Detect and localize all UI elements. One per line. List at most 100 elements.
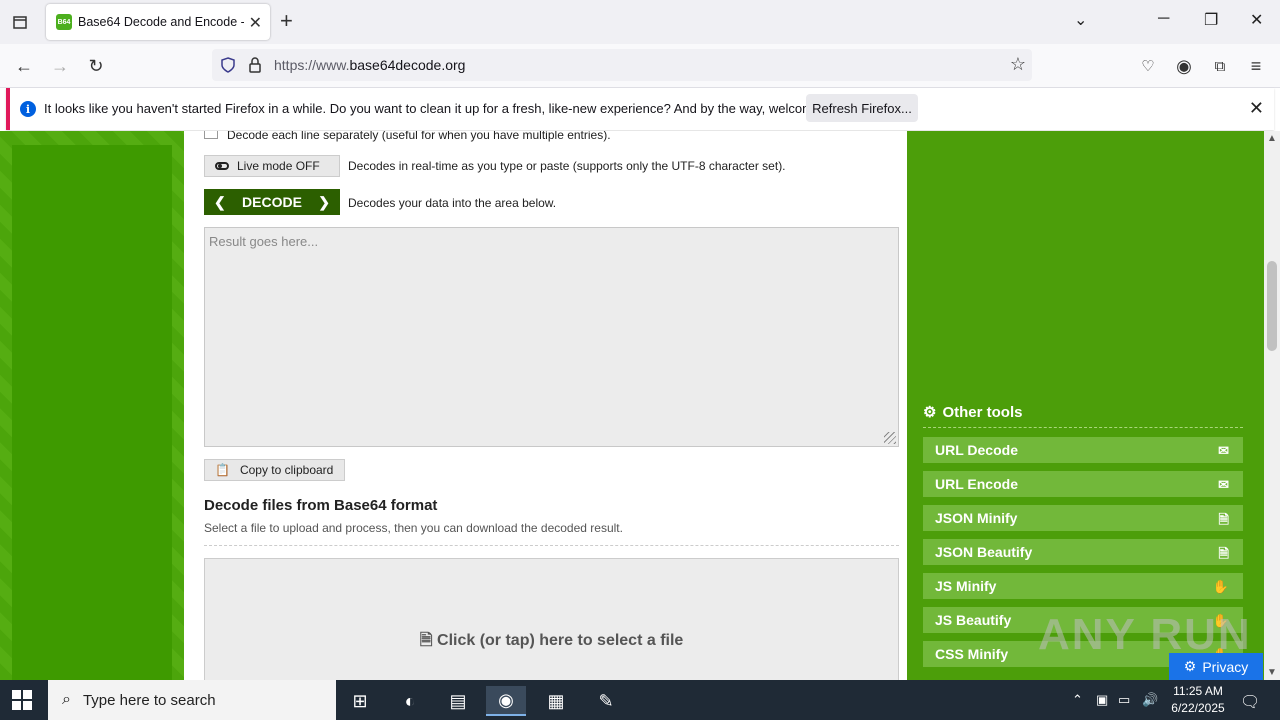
- copy-label: Copy to clipboard: [239, 463, 334, 477]
- search-icon: ⌕: [62, 691, 71, 708]
- winrar-icon[interactable]: ▦: [536, 686, 576, 716]
- search-placeholder: Type here to search: [82, 691, 216, 709]
- lock-icon[interactable]: [248, 57, 262, 73]
- gear-icon: ⚙: [1183, 658, 1197, 674]
- tool-label: CSS Minify: [935, 646, 1009, 662]
- tab-title: Base64 Decode and Encode - O: [78, 15, 244, 29]
- pocket-icon[interactable]: ♡: [1136, 54, 1160, 78]
- file-drop-area[interactable]: 🗎 Click (or tap) here to select a file: [204, 558, 899, 680]
- notepad-icon[interactable]: ✎: [586, 686, 626, 716]
- chevron-right-icon: ❯: [318, 193, 330, 210]
- edge-browser-icon[interactable]: ◐: [390, 686, 430, 716]
- list-all-tabs-chevron-icon[interactable]: ⌄: [1074, 10, 1087, 30]
- file-explorer-icon[interactable]: ▤: [438, 686, 478, 716]
- file-code-icon: 🗎: [1218, 546, 1229, 561]
- tray-device-icon[interactable]: ▣: [1096, 692, 1108, 708]
- scroll-down-arrow-icon[interactable]: ▼: [1267, 667, 1277, 678]
- result-textarea[interactable]: Result goes here...: [204, 227, 899, 447]
- scroll-up-arrow-icon[interactable]: ▲: [1267, 133, 1277, 144]
- account-icon[interactable]: ◉: [1172, 54, 1196, 78]
- clock-date: 6/22/2025: [1171, 701, 1225, 715]
- tool-label: URL Decode: [935, 442, 1018, 458]
- taskbar-search-box[interactable]: ⌕ Type here to search: [48, 680, 336, 720]
- tool-json-minify[interactable]: JSON Minify 🗎: [923, 505, 1243, 531]
- network-icon[interactable]: ▭: [1118, 692, 1130, 708]
- live-mode-label: Live mode OFF: [237, 159, 320, 173]
- chevron-left-icon: ❮: [214, 193, 226, 210]
- live-mode-toggle-button[interactable]: Live mode OFF: [204, 155, 340, 177]
- gear-icon: ⚙: [923, 404, 937, 421]
- windows-taskbar: ⌕ Type here to search ⊞ ◐ ▤ ◉ ▦ ✎ ⌃ ▣ ▭ …: [0, 680, 1280, 720]
- resize-grip[interactable]: [884, 432, 896, 444]
- site-favicon-icon: B64: [56, 14, 72, 30]
- close-window-button[interactable]: ✕: [1250, 10, 1263, 30]
- scrollbar-thumb[interactable]: [1267, 261, 1277, 351]
- reload-button[interactable]: ↻: [84, 54, 108, 78]
- privacy-button[interactable]: ⚙ Privacy: [1169, 653, 1263, 680]
- privacy-label: Privacy: [1202, 658, 1249, 675]
- tab-list-button[interactable]: [8, 10, 32, 34]
- toggle-off-icon: [215, 162, 229, 170]
- page-scrollbar[interactable]: ▲ ▼: [1264, 131, 1280, 680]
- live-mode-description: Decodes in real-time as you type or past…: [348, 159, 786, 173]
- files-section-subtext: Select a file to upload and process, the…: [204, 521, 623, 535]
- file-icon: 🗎: [1218, 512, 1229, 527]
- address-bar[interactable]: https://www.base64decode.org ☆: [212, 49, 1032, 81]
- other-tools-label: Other tools: [942, 403, 1023, 421]
- notification-close-icon[interactable]: ✕: [1249, 98, 1264, 119]
- decode-each-line-checkbox[interactable]: [204, 131, 218, 139]
- envelope-open-icon: ✉: [1218, 443, 1229, 458]
- tool-json-beautify[interactable]: JSON Beautify 🗎: [923, 539, 1243, 565]
- hand-icon: ✋: [1212, 579, 1229, 594]
- left-background-pattern: [0, 131, 184, 680]
- envelope-icon: ✉: [1218, 477, 1229, 492]
- clock-time: 11:25 AM: [1173, 684, 1223, 698]
- windows-start-icon[interactable]: [12, 690, 32, 710]
- back-button[interactable]: ←: [12, 54, 36, 78]
- task-view-icon[interactable]: ⊞: [340, 686, 380, 716]
- new-tab-button[interactable]: +: [280, 10, 293, 32]
- decode-description: Decodes your data into the area below.: [348, 196, 557, 210]
- extensions-icon[interactable]: ⧉: [1208, 54, 1232, 78]
- clipboard-icon: 📋: [215, 463, 230, 477]
- browser-tab-active[interactable]: B64 Base64 Decode and Encode - O ✕: [46, 4, 270, 40]
- minimize-window-button[interactable]: ─: [1158, 10, 1169, 28]
- restore-window-button[interactable]: ❐: [1204, 10, 1218, 30]
- menu-hamburger-icon[interactable]: ≡: [1244, 54, 1268, 78]
- copy-to-clipboard-button[interactable]: 📋 Copy to clipboard: [204, 459, 345, 481]
- decode-each-line-label: Decode each line separately (useful for …: [227, 131, 611, 142]
- tool-url-encode[interactable]: URL Encode ✉: [923, 471, 1243, 497]
- info-icon: i: [20, 101, 36, 117]
- tool-label: JS Beautify: [935, 612, 1012, 628]
- tool-label: URL Encode: [935, 476, 1018, 492]
- tab-close-icon[interactable]: ✕: [249, 13, 262, 33]
- tool-js-minify[interactable]: JS Minify ✋: [923, 573, 1243, 599]
- notification-center-icon[interactable]: 🗨: [1240, 692, 1260, 712]
- volume-icon[interactable]: 🔊: [1142, 692, 1158, 708]
- other-tools-divider: [923, 427, 1243, 428]
- url-text[interactable]: https://www.base64decode.org: [274, 57, 465, 73]
- bookmark-star-icon[interactable]: ☆: [1010, 54, 1026, 75]
- file-drop-text: Click (or tap) here to select a file: [437, 632, 684, 649]
- refresh-firefox-notification: i It looks like you haven't started Fire…: [6, 88, 1274, 130]
- url-prefix: https://www.: [274, 57, 350, 73]
- forward-button[interactable]: →: [48, 54, 72, 78]
- sidebar: ⚙ Other tools URL Decode ✉ URL Encode ✉ JS…: [907, 131, 1264, 680]
- tool-url-decode[interactable]: URL Decode ✉: [923, 437, 1243, 463]
- decode-button-label: DECODE: [242, 194, 302, 210]
- taskbar-clock[interactable]: 11:25 AM 6/22/2025: [1160, 683, 1236, 717]
- section-divider: [204, 545, 899, 546]
- url-host: base64decode.org: [349, 57, 466, 73]
- shield-icon[interactable]: [220, 57, 236, 73]
- tool-label: JS Minify: [935, 578, 997, 594]
- left-ad-area: [12, 145, 172, 680]
- file-drop-label: 🗎 Click (or tap) here to select a file: [205, 629, 898, 656]
- main-content: Decode each line separately (useful for …: [184, 131, 907, 680]
- tray-chevron-up-icon[interactable]: ⌃: [1072, 692, 1083, 708]
- tab-list-icon: [13, 16, 27, 29]
- refresh-firefox-button[interactable]: Refresh Firefox...: [806, 94, 918, 122]
- decode-button[interactable]: ❮ DECODE ❯: [204, 189, 340, 215]
- page-viewport: Decode each line separately (useful for …: [0, 131, 1264, 680]
- tool-label: JSON Beautify: [935, 544, 1033, 560]
- firefox-icon[interactable]: ◉: [486, 686, 526, 716]
